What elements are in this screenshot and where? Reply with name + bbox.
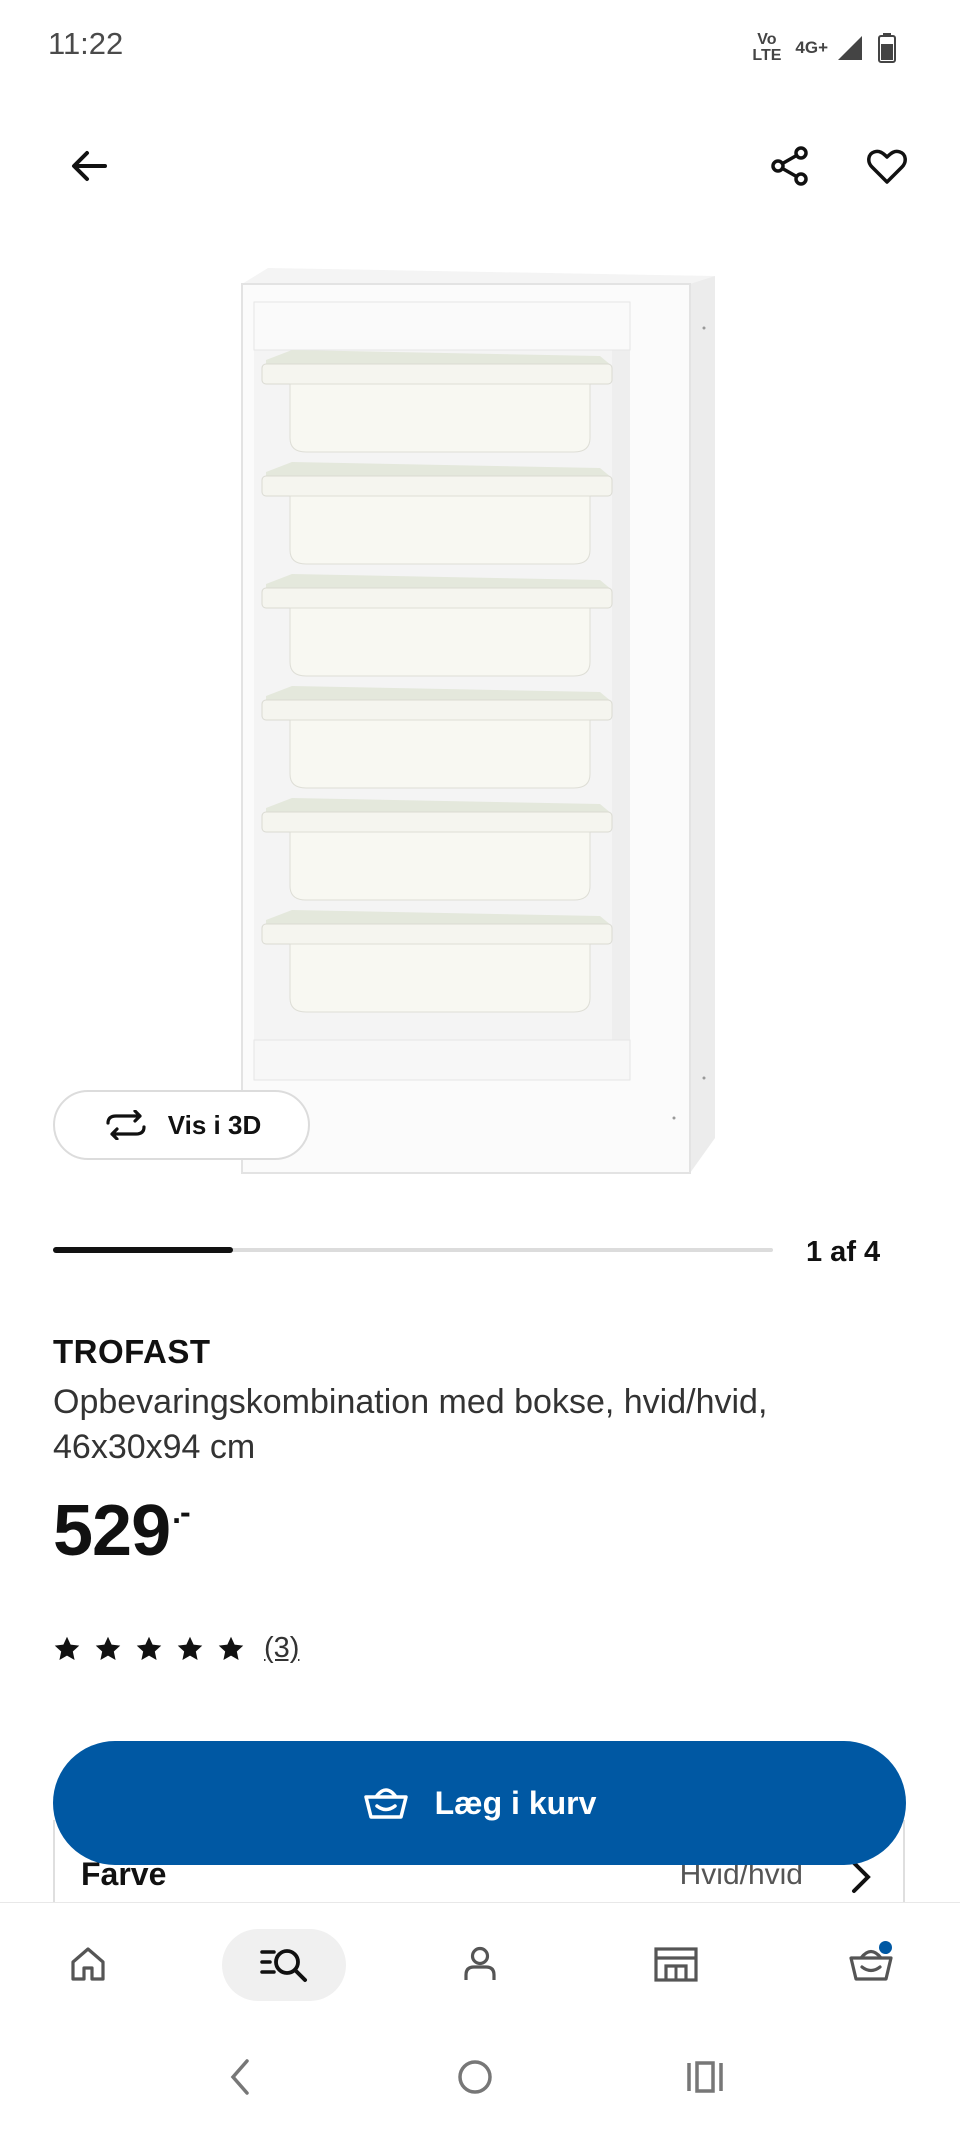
cart-badge xyxy=(879,1941,892,1954)
add-to-cart-button[interactable]: Læg i kurv xyxy=(53,1741,906,1865)
rating-stars xyxy=(53,1635,245,1663)
gallery-counter: 1 af 4 xyxy=(806,1236,881,1268)
volte-bottom: LTE xyxy=(752,47,782,64)
product-image[interactable] xyxy=(230,248,730,1183)
status-icons: Vo LTE 4G+ xyxy=(752,28,896,68)
price-value: 529 xyxy=(53,1491,171,1571)
heart-icon xyxy=(867,149,907,184)
gallery-progress-fill xyxy=(53,1247,233,1253)
nav-cart[interactable] xyxy=(836,1929,906,1999)
view-3d-label: Vis i 3D xyxy=(167,1109,262,1140)
share-button[interactable] xyxy=(758,134,822,198)
system-back-icon xyxy=(230,2059,249,2095)
view-3d-button[interactable]: Vis i 3D xyxy=(53,1090,310,1160)
status-time: 11:22 xyxy=(48,26,124,61)
nav-home[interactable] xyxy=(53,1929,123,1999)
basket-icon xyxy=(363,1788,408,1819)
nav-account[interactable] xyxy=(445,1929,515,1999)
system-back-button[interactable] xyxy=(210,2052,270,2102)
rotate-3d-icon xyxy=(106,1110,146,1140)
add-to-cart-label: Læg i kurv xyxy=(434,1784,597,1821)
store-icon xyxy=(654,1947,698,1982)
product-name: TROFAST xyxy=(53,1333,211,1370)
volte-indicator: Vo LTE xyxy=(752,32,781,64)
review-count[interactable]: (3) xyxy=(264,1632,299,1665)
system-recents-icon xyxy=(687,2061,723,2093)
search-icon xyxy=(260,1949,307,1982)
battery-icon xyxy=(878,33,896,63)
price-suffix: .- xyxy=(172,1494,191,1530)
chevron-right-icon xyxy=(852,1861,871,1893)
star-icon xyxy=(136,1636,162,1660)
system-home-button[interactable] xyxy=(445,2052,505,2102)
signal-icon xyxy=(838,36,862,60)
favourite-button[interactable] xyxy=(855,134,919,198)
arrow-left-icon xyxy=(72,151,107,181)
product-price: 529.- xyxy=(53,1490,191,1572)
star-icon xyxy=(218,1636,244,1660)
star-icon xyxy=(95,1636,121,1660)
share-icon xyxy=(771,146,808,186)
star-icon xyxy=(54,1636,80,1660)
nav-store[interactable] xyxy=(641,1929,711,1999)
back-button[interactable] xyxy=(57,134,121,198)
network-type: 4G+ xyxy=(795,38,828,57)
gallery-progress xyxy=(53,1247,773,1253)
bottom-navigation xyxy=(0,1902,960,2025)
volte-top: Vo xyxy=(757,31,777,48)
system-navigation xyxy=(0,2024,960,2133)
system-home-icon xyxy=(458,2060,492,2094)
product-description: Opbevaringskombination med bokse, hvid/h… xyxy=(53,1383,768,1466)
star-icon xyxy=(177,1636,203,1660)
nav-search[interactable] xyxy=(249,1929,319,1999)
system-recents-button[interactable] xyxy=(675,2052,735,2102)
home-icon xyxy=(71,1947,105,1981)
rating[interactable]: (3) xyxy=(53,1632,299,1665)
account-icon xyxy=(464,1946,496,1980)
